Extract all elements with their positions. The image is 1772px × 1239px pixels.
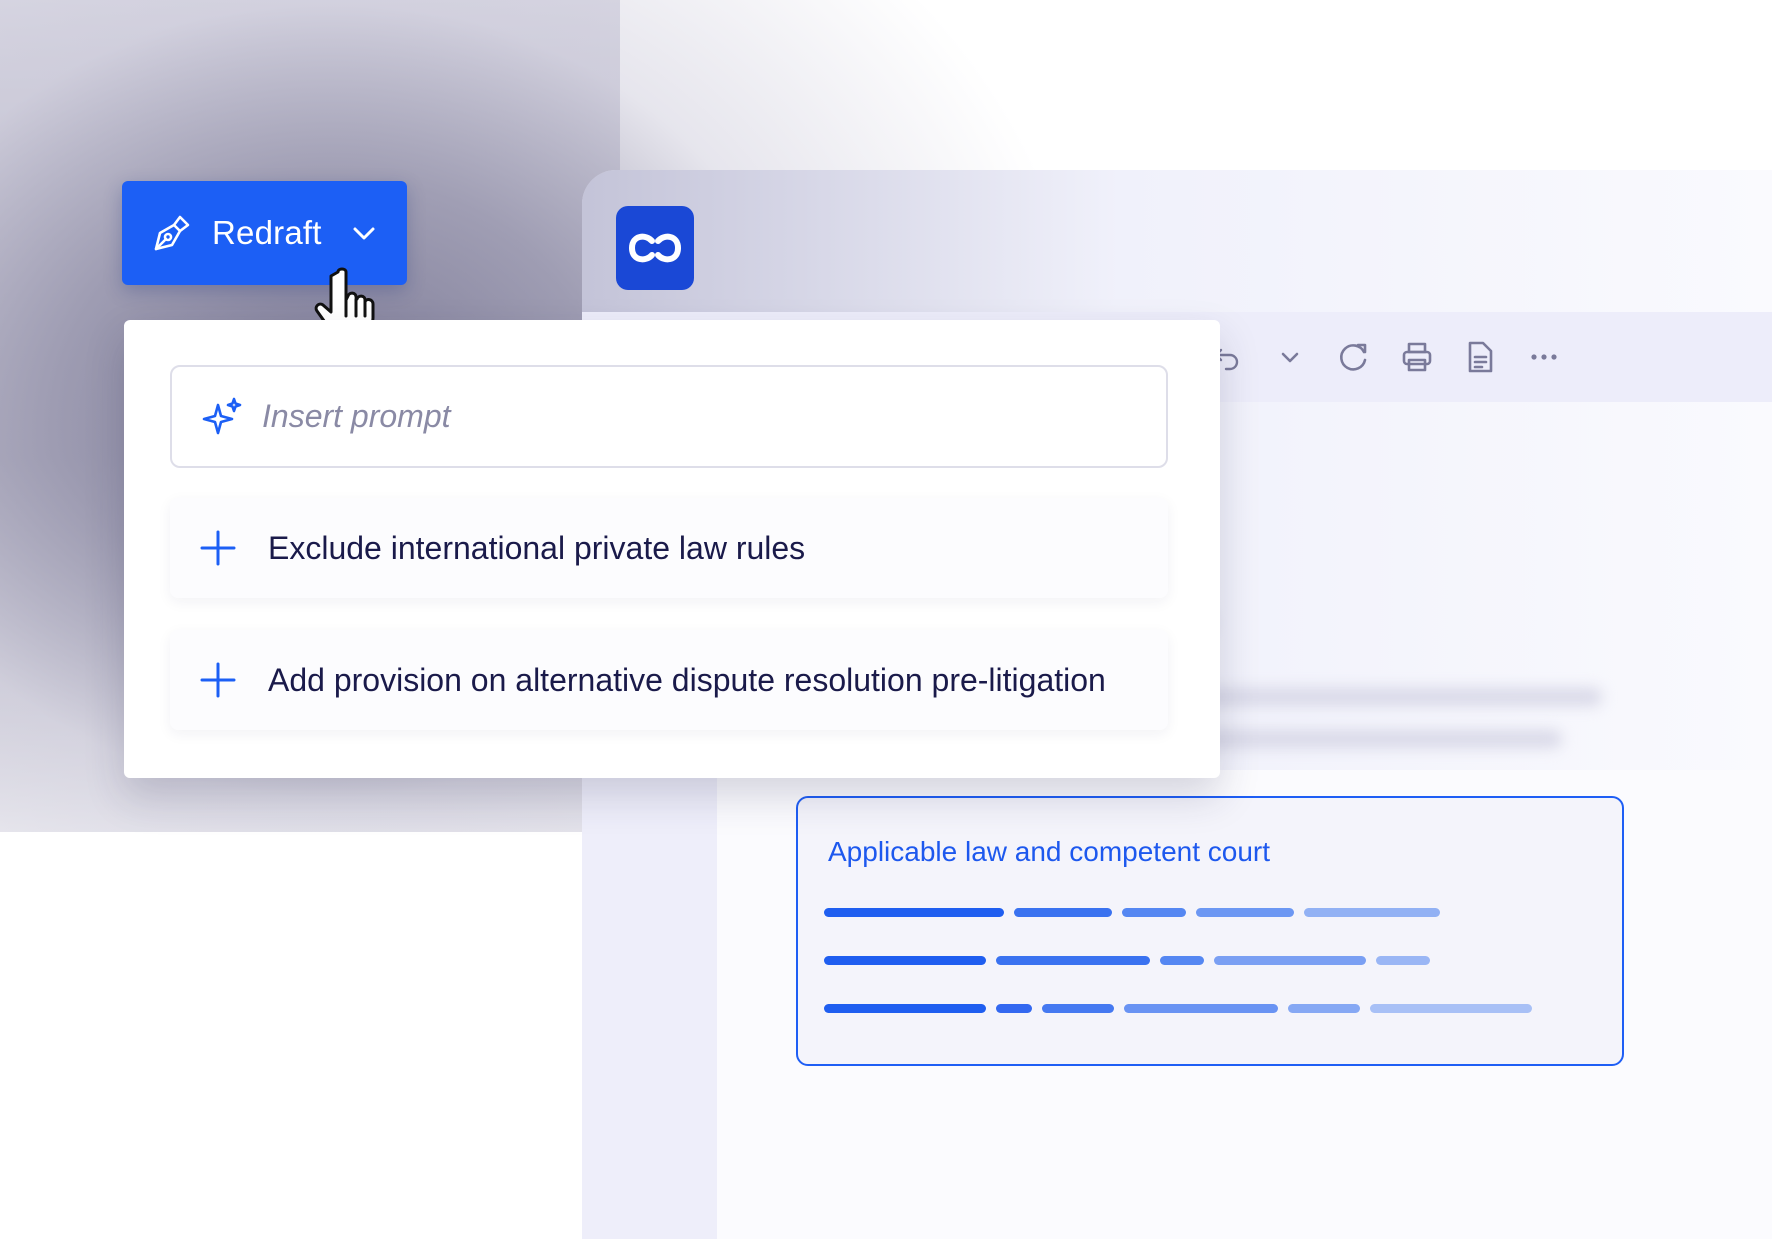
suggestion-item[interactable]: Add provision on alternative dispute res…: [170, 630, 1168, 730]
pen-nib-icon: [154, 215, 190, 251]
suggestion-label: Add provision on alternative dispute res…: [268, 661, 1106, 698]
text-placeholder-line: [824, 908, 1004, 917]
text-placeholder-line: [1288, 1004, 1360, 1013]
text-placeholder-line: [824, 956, 986, 965]
prompt-input[interactable]: [260, 397, 1144, 436]
prompt-field[interactable]: [170, 365, 1168, 468]
clause-title: Applicable law and competent court: [828, 836, 1271, 867]
text-placeholder-line: [824, 1004, 986, 1013]
text-placeholder-line: [1376, 956, 1430, 965]
text-placeholder-line: [1160, 956, 1204, 965]
suggestion-label: Exclude international private law rules: [268, 529, 806, 566]
more-icon[interactable]: [1524, 337, 1564, 377]
infinity-link-logo: [616, 206, 694, 290]
suggestion-item[interactable]: Exclude international private law rules: [170, 498, 1168, 598]
redraft-label: Redraft: [212, 214, 322, 251]
plus-icon: [200, 530, 236, 566]
text-placeholder-line: [1304, 908, 1440, 917]
print-icon[interactable]: [1397, 337, 1437, 377]
text-placeholder-line: [996, 956, 1150, 965]
sparkle-icon: [202, 397, 242, 434]
text-placeholder-line: [1124, 1004, 1278, 1013]
plus-icon: [200, 662, 236, 698]
text-placeholder-line: [1042, 1004, 1114, 1013]
document-icon[interactable]: [1460, 337, 1500, 377]
refresh-icon[interactable]: [1333, 337, 1373, 377]
text-placeholder-line: [1014, 908, 1112, 917]
text-placeholder-line: [1214, 956, 1366, 965]
redraft-dropdown-menu: Exclude international private law rules …: [124, 320, 1220, 778]
clause-card[interactable]: Applicable law and competent court: [796, 796, 1624, 1066]
chevron-down-icon[interactable]: [348, 217, 380, 249]
text-placeholder-line: [996, 1004, 1032, 1013]
text-placeholder-line: [1196, 908, 1294, 917]
text-placeholder-line: [1370, 1004, 1532, 1013]
chevron-down-icon[interactable]: [1270, 337, 1310, 377]
text-placeholder-line: [1122, 908, 1186, 917]
